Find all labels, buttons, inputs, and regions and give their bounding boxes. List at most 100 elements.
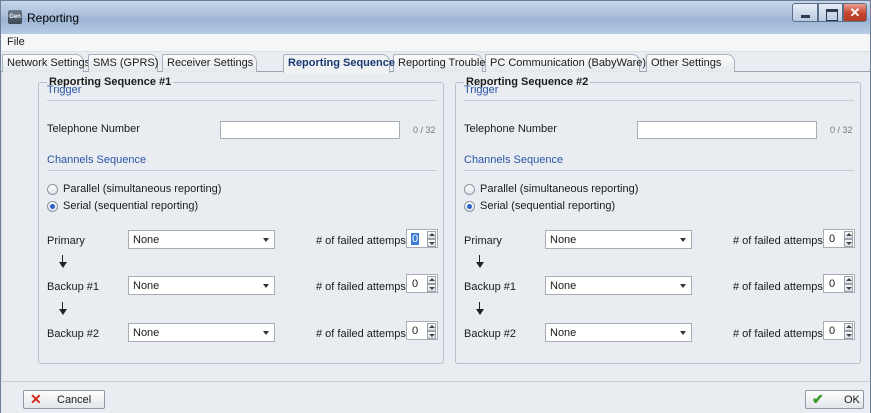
arrow-down-icon <box>475 302 485 316</box>
backup1-channel-select[interactable]: None <box>128 276 275 295</box>
reporting-window: Gen Reporting ✕ File Network Settings SM… <box>0 0 871 413</box>
spin-down-icon[interactable] <box>844 239 853 247</box>
spin-down-icon[interactable] <box>427 331 436 339</box>
cancel-button[interactable]: ✕ Cancel <box>23 390 105 409</box>
primary-attempts-spinner[interactable]: 0 <box>406 229 438 248</box>
tab-bar: Network Settings SMS (GPRS) Receiver Set… <box>1 53 870 73</box>
failed-attempts-label: # of failed attemps <box>316 328 406 340</box>
ok-button[interactable]: ✔ OK <box>805 390 864 409</box>
parallel-label: Parallel (simultaneous reporting) <box>480 183 639 195</box>
divider <box>464 100 854 101</box>
failed-attempts-label: # of failed attemps <box>733 328 823 340</box>
menu-bar: File <box>1 34 870 52</box>
close-window-button[interactable]: ✕ <box>843 3 867 22</box>
select-value: None <box>550 280 577 292</box>
spin-down-icon[interactable] <box>844 284 853 292</box>
tab-reporting-sequence[interactable]: Reporting Sequence <box>283 54 395 73</box>
divider <box>47 170 437 171</box>
reporting-sequence-1-panel: Reporting Sequence #1 Trigger Telephone … <box>38 76 444 364</box>
failed-attempts-label: # of failed attemps <box>733 235 823 247</box>
parallel-radio[interactable] <box>47 184 58 195</box>
failed-attempts-label: # of failed attemps <box>316 281 406 293</box>
backup2-attempts-spinner[interactable]: 0 <box>406 321 438 340</box>
chevron-down-icon <box>680 284 686 288</box>
spin-up-icon[interactable] <box>427 323 436 331</box>
telephone-label: Telephone Number <box>464 123 557 135</box>
trigger-heading: Trigger <box>464 84 499 96</box>
spin-down-icon[interactable] <box>427 284 436 292</box>
spinner-value[interactable]: 0 <box>829 278 835 290</box>
parallel-label: Parallel (simultaneous reporting) <box>63 183 222 195</box>
app-icon: Gen <box>8 10 22 24</box>
telephone-char-counter: 0 / 32 <box>413 125 436 135</box>
spinner-value[interactable]: 0 <box>412 325 418 337</box>
cancel-label: Cancel <box>57 394 92 406</box>
chevron-down-icon <box>263 238 269 242</box>
channels-heading: Channels Sequence <box>47 154 147 166</box>
menu-file[interactable]: File <box>7 36 25 48</box>
select-value: None <box>550 327 577 339</box>
title-bar[interactable]: Gen Reporting ✕ <box>1 1 870 34</box>
spin-up-icon[interactable] <box>844 323 853 331</box>
telephone-input[interactable] <box>637 121 817 139</box>
arrow-down-icon <box>58 302 68 316</box>
backup1-attempts-spinner[interactable]: 0 <box>406 274 438 293</box>
tab-receiver-settings[interactable]: Receiver Settings <box>162 54 257 72</box>
backup2-channel-select[interactable]: None <box>128 323 275 342</box>
chevron-down-icon <box>680 331 686 335</box>
telephone-input[interactable] <box>220 121 400 139</box>
backup2-attempts-spinner[interactable]: 0 <box>823 321 855 340</box>
tab-network-settings[interactable]: Network Settings <box>2 54 90 72</box>
tab-reporting-trouble[interactable]: Reporting Trouble <box>393 54 485 72</box>
tab-pc-communication[interactable]: PC Communication (BabyWare) <box>485 54 646 72</box>
arrow-down-icon <box>58 255 68 269</box>
divider <box>47 100 437 101</box>
backup2-channel-select[interactable]: None <box>545 323 692 342</box>
divider <box>464 170 854 171</box>
spinner-value[interactable]: 0 <box>411 233 420 245</box>
spin-up-icon[interactable] <box>427 276 436 284</box>
tab-sms-gprs[interactable]: SMS (GPRS) <box>88 54 158 72</box>
backup2-label: Backup #2 <box>464 328 516 340</box>
close-icon: ✕ <box>849 5 861 20</box>
select-value: None <box>133 234 160 246</box>
select-value: None <box>550 234 577 246</box>
spinner-value[interactable]: 0 <box>829 233 835 245</box>
failed-attempts-label: # of failed attemps <box>316 235 406 247</box>
spin-down-icon[interactable] <box>844 331 853 339</box>
trigger-heading: Trigger <box>47 84 82 96</box>
spin-up-icon[interactable] <box>427 231 436 239</box>
backup1-channel-select[interactable]: None <box>545 276 692 295</box>
primary-channel-select[interactable]: None <box>545 230 692 249</box>
ok-label: OK <box>844 394 860 406</box>
serial-label: Serial (sequential reporting) <box>63 200 199 212</box>
failed-attempts-label: # of failed attemps <box>733 281 823 293</box>
primary-attempts-spinner[interactable]: 0 <box>823 229 855 248</box>
primary-label: Primary <box>464 235 502 247</box>
backup2-label: Backup #2 <box>47 328 99 340</box>
chevron-down-icon <box>263 331 269 335</box>
serial-label: Serial (sequential reporting) <box>480 200 616 212</box>
spinner-value[interactable]: 0 <box>829 325 835 337</box>
spin-up-icon[interactable] <box>844 231 853 239</box>
chevron-down-icon <box>680 238 686 242</box>
backup1-attempts-spinner[interactable]: 0 <box>823 274 855 293</box>
reporting-sequence-2-panel: Reporting Sequence #2 Trigger Telephone … <box>455 76 861 364</box>
maximize-button[interactable] <box>818 3 843 22</box>
backup1-label: Backup #1 <box>47 281 99 293</box>
parallel-radio[interactable] <box>464 184 475 195</box>
backup1-label: Backup #1 <box>464 281 516 293</box>
spin-up-icon[interactable] <box>844 276 853 284</box>
serial-radio[interactable] <box>464 201 475 212</box>
primary-channel-select[interactable]: None <box>128 230 275 249</box>
window-title: Reporting <box>27 11 80 25</box>
spinner-value[interactable]: 0 <box>412 278 418 290</box>
spin-down-icon[interactable] <box>427 239 436 247</box>
select-value: None <box>133 327 160 339</box>
select-value: None <box>133 280 160 292</box>
arrow-down-icon <box>475 255 485 269</box>
serial-radio[interactable] <box>47 201 58 212</box>
checkmark-icon: ✔ <box>812 391 824 407</box>
tab-other-settings[interactable]: Other Settings <box>646 54 735 72</box>
minimize-button[interactable] <box>792 3 818 22</box>
